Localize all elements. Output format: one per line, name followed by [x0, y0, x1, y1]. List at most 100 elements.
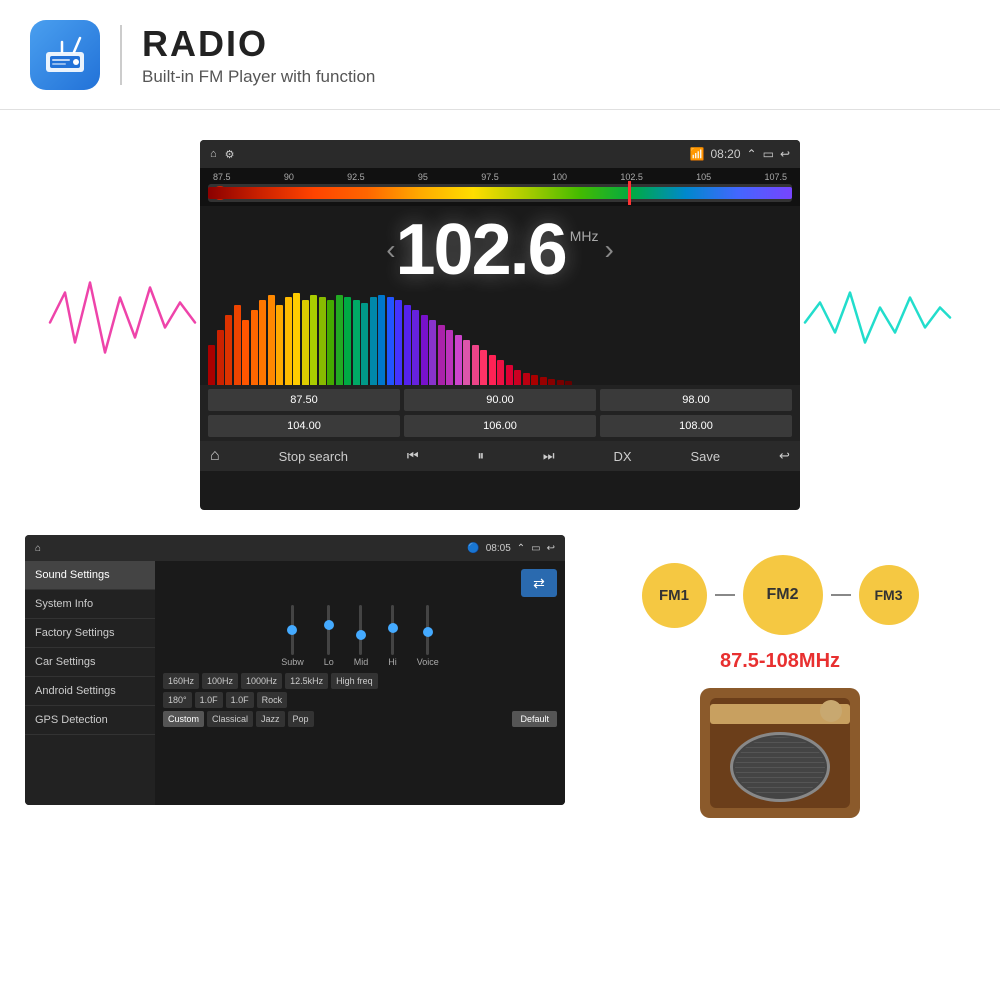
freq-prev-arrow[interactable]: ‹ — [386, 234, 395, 266]
freq-display: ‹ 102.6 MHz › — [200, 206, 800, 290]
settings-main-panel: ⇄ Subw — [155, 561, 565, 805]
dx-btn[interactable]: DX — [613, 449, 631, 464]
settings-sidebar: Sound Settings System Info Factory Setti… — [25, 561, 155, 805]
sidebar-item-sound-settings[interactable]: Sound Settings — [25, 561, 155, 590]
header-divider — [120, 25, 122, 85]
settings-body: Sound Settings System Info Factory Setti… — [25, 561, 565, 805]
eq-slider-lo: Lo — [324, 605, 334, 667]
page-subtitle: Built-in FM Player with function — [142, 67, 375, 87]
vintage-radio-knob — [820, 700, 842, 722]
settings-back-icon: ↩ — [547, 543, 555, 554]
fm-info-panel: FM1 FM2 FM3 87.5-108MHz — [585, 535, 975, 818]
eq-val-12-5khz[interactable]: 12.5kHz — [285, 673, 328, 689]
bottom-section: ⌂ 🔵 08:05 ⌃ ▭ ↩ Sound Settings System In… — [25, 535, 975, 818]
clock: 08:20 — [711, 147, 741, 161]
fm1-bubble: FM1 — [642, 563, 707, 628]
preset-grid: 87.50 90.00 98.00 104.00 106.00 108.00 — [200, 385, 800, 441]
settings-window-icon: ▭ — [531, 543, 540, 554]
preset-104-00[interactable]: 104.00 — [208, 415, 400, 437]
eq-toggle-btn[interactable]: ⇄ — [521, 569, 557, 597]
fm2-bubble: FM2 — [743, 555, 823, 635]
control-bar: ⌂ Stop search ⏮ ⏸ ⏭ DX Save ↩ — [200, 441, 800, 471]
radio-app-icon — [30, 20, 100, 90]
eq-val-1-0f-1[interactable]: 1.0F — [195, 692, 223, 708]
eq-default-btn[interactable]: Default — [512, 711, 557, 727]
eq-preset-pop[interactable]: Pop — [288, 711, 314, 727]
eq-toggle-icon: ⇄ — [533, 575, 545, 592]
header-section: RADIO Built-in FM Player with function — [0, 0, 1000, 110]
freq-scale: 87.5 90 92.5 95 97.5 100 102.5 105 107.5 — [208, 172, 792, 182]
status-bar-right: 📶 08:20 ⌃ ▭ ↩ — [690, 147, 790, 161]
save-btn[interactable]: Save — [690, 449, 720, 464]
eq-val-rock[interactable]: Rock — [257, 692, 288, 708]
preset-87-50[interactable]: 87.50 — [208, 389, 400, 411]
freq-needle — [628, 181, 631, 205]
preset-90-00[interactable]: 90.00 — [404, 389, 596, 411]
settings-status-right: 🔵 08:05 ⌃ ▭ ↩ — [467, 543, 555, 554]
eq-slider-mid: Mid — [354, 605, 369, 667]
eq-preset-row: Custom Classical Jazz Pop Default — [163, 711, 557, 727]
header-text: RADIO Built-in FM Player with function — [142, 23, 375, 87]
eq-slider-hi: Hi — [388, 605, 397, 667]
fm-player-screen: ⌂ ⚙ 📶 08:20 ⌃ ▭ ↩ 87.5 90 92.5 95 — [200, 140, 800, 510]
freq-unit: MHz — [570, 228, 599, 244]
home-btn[interactable]: ⌂ — [210, 447, 220, 465]
wave-left — [45, 263, 200, 388]
eq-val-100hz[interactable]: 100Hz — [202, 673, 238, 689]
vintage-speaker-grille — [735, 737, 825, 797]
eq-val-1000hz[interactable]: 1000Hz — [241, 673, 282, 689]
eq-visualization — [200, 290, 800, 385]
freq-bar-container[interactable]: 87.5 90 92.5 95 97.5 100 102.5 105 107.5 — [200, 168, 800, 206]
fm-freq-range: 87.5-108MHz — [720, 650, 840, 673]
sidebar-item-android-settings[interactable]: Android Settings — [25, 677, 155, 706]
status-bar-left: ⌂ ⚙ — [210, 148, 235, 161]
wifi-icon: 📶 — [690, 147, 705, 161]
vintage-radio-speaker — [730, 732, 830, 802]
back-btn[interactable]: ↩ — [779, 448, 790, 464]
settings-icon: ⚙ — [225, 148, 235, 161]
fm1-fm2-connector — [715, 594, 735, 596]
next-btn[interactable]: ⏭ — [543, 448, 555, 464]
play-pause-btn[interactable]: ⏸ — [477, 448, 484, 464]
preset-106-00[interactable]: 106.00 — [404, 415, 596, 437]
sidebar-item-gps-detection[interactable]: GPS Detection — [25, 706, 155, 735]
freq-next-arrow[interactable]: › — [604, 234, 613, 266]
freq-slider[interactable] — [208, 184, 792, 202]
settings-status-left: ⌂ — [35, 543, 41, 554]
eq-val-1-0f-2[interactable]: 1.0F — [226, 692, 254, 708]
fm-screen-wrapper: ⌂ ⚙ 📶 08:20 ⌃ ▭ ↩ 87.5 90 92.5 95 — [25, 125, 975, 525]
settings-home-icon: ⌂ — [35, 543, 41, 554]
home-icon: ⌂ — [210, 148, 217, 160]
eq-sliders-area: Subw Lo Mid — [163, 605, 557, 667]
fm3-bubble: FM3 — [859, 565, 919, 625]
eq-val-160hz[interactable]: 160Hz — [163, 673, 199, 689]
eq-val-high-freq[interactable]: High freq — [331, 673, 378, 689]
fm-status-bar: ⌂ ⚙ 📶 08:20 ⌃ ▭ ↩ — [200, 140, 800, 168]
sidebar-item-system-info[interactable]: System Info — [25, 590, 155, 619]
back-icon: ↩ — [780, 147, 790, 161]
settings-bt-icon: 🔵 — [467, 543, 479, 554]
eq-value-row2: 180° 1.0F 1.0F Rock — [163, 692, 557, 708]
settings-status-bar: ⌂ 🔵 08:05 ⌃ ▭ ↩ — [25, 535, 565, 561]
stop-search-btn[interactable]: Stop search — [279, 449, 348, 464]
freq-number: 102.6 — [396, 214, 566, 286]
preset-98-00[interactable]: 98.00 — [600, 389, 792, 411]
page-title: RADIO — [142, 23, 375, 65]
wave-right — [800, 263, 955, 388]
fm2-fm3-connector — [831, 594, 851, 596]
freq-track — [208, 187, 792, 199]
vintage-radio-image — [700, 688, 860, 818]
eq-slider-voice: Voice — [417, 605, 439, 667]
eq-preset-custom[interactable]: Custom — [163, 711, 204, 727]
eq-value-row1: 160Hz 100Hz 1000Hz 12.5kHz High freq — [163, 673, 557, 689]
eq-preset-jazz[interactable]: Jazz — [256, 711, 285, 727]
eq-val-180deg[interactable]: 180° — [163, 692, 192, 708]
eq-slider-subw: Subw — [281, 605, 304, 667]
settings-screen: ⌂ 🔵 08:05 ⌃ ▭ ↩ Sound Settings System In… — [25, 535, 565, 805]
sidebar-item-factory-settings[interactable]: Factory Settings — [25, 619, 155, 648]
eq-preset-classical[interactable]: Classical — [207, 711, 253, 727]
sidebar-item-car-settings[interactable]: Car Settings — [25, 648, 155, 677]
prev-btn[interactable]: ⏮ — [407, 448, 419, 464]
preset-108-00[interactable]: 108.00 — [600, 415, 792, 437]
settings-time: 08:05 — [486, 543, 511, 554]
